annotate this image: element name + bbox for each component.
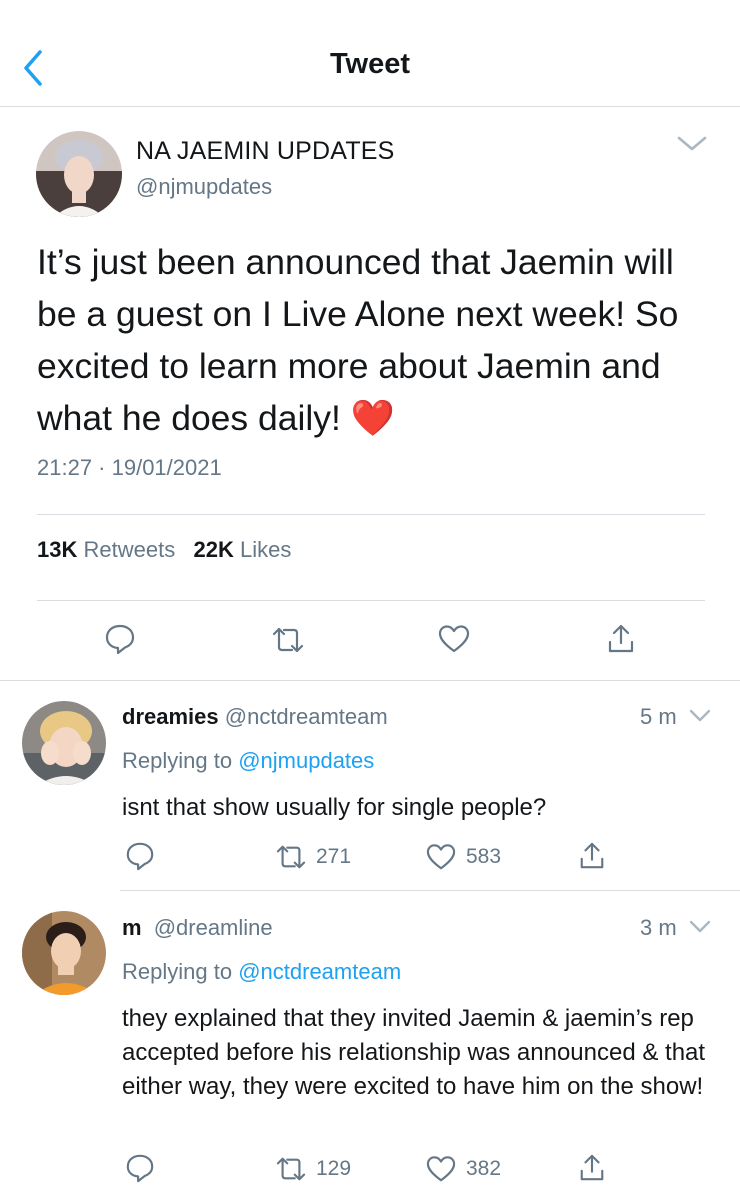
divider <box>37 600 705 601</box>
heart-icon <box>426 844 456 870</box>
reply-reply-button[interactable] <box>125 1153 155 1183</box>
reply-text: isnt that show usually for single people… <box>122 794 547 821</box>
reply-avatar[interactable] <box>22 911 106 995</box>
retweet-button[interactable] <box>270 625 306 655</box>
more-options-button[interactable] <box>676 134 708 154</box>
reply-reply-button[interactable] <box>125 841 155 871</box>
retweets-label: Retweets <box>83 537 176 562</box>
replying-to-link[interactable]: @njmupdates <box>238 748 374 773</box>
reply-header: m @dreamline <box>122 915 273 941</box>
retweet-arrows-icon <box>276 845 306 869</box>
reply-author-name[interactable]: dreamies <box>122 704 219 729</box>
like-button[interactable] <box>438 624 470 654</box>
reply-share-button[interactable] <box>578 841 606 871</box>
reply-more-button[interactable] <box>688 708 712 724</box>
share-upload-icon <box>608 624 634 653</box>
tweet-timestamp: 21:27 · 19/01/2021 <box>37 455 222 480</box>
divider <box>0 680 740 681</box>
author-handle[interactable]: @njmupdates <box>136 174 272 200</box>
replying-to-link[interactable]: @nctdreamteam <box>238 959 401 984</box>
replying-prefix: Replying to <box>122 959 233 984</box>
reply-like-button[interactable] <box>426 1155 456 1183</box>
reply-time: 3 m <box>640 915 677 940</box>
share-upload-icon <box>580 842 604 869</box>
reply-share-button[interactable] <box>578 1153 606 1183</box>
speech-bubble-icon <box>126 1154 154 1183</box>
reply-like-count: 382 <box>466 1157 502 1180</box>
chevron-down-icon <box>677 136 707 151</box>
reply-header: dreamies @nctdreamteam <box>122 704 388 730</box>
reply-retweet-count: 129 <box>316 1157 352 1180</box>
reply-retweet-button[interactable] <box>274 843 308 871</box>
reply-text: they explained that they invited Jaemin … <box>122 1005 706 1100</box>
retweets-stat[interactable]: 13K Retweets <box>37 537 175 562</box>
reply-time: 5 m <box>640 704 677 729</box>
reply-author-name[interactable]: m <box>122 915 142 940</box>
chevron-down-icon <box>689 920 711 933</box>
likes-label: Likes <box>240 537 292 562</box>
replying-to: Replying to @njmupdates <box>122 748 374 774</box>
heart-icon <box>438 625 470 653</box>
chevron-down-icon <box>689 709 711 722</box>
speech-bubble-icon <box>105 624 135 655</box>
replying-to: Replying to @nctdreamteam <box>122 959 401 985</box>
tweet-text: It’s just been announced that Jaemin wil… <box>37 236 717 444</box>
reply-author-handle[interactable]: @nctdreamteam <box>225 704 388 729</box>
speech-bubble-icon <box>126 842 154 871</box>
likes-count: 22K <box>193 537 234 562</box>
divider <box>120 890 740 891</box>
reply-more-button[interactable] <box>688 919 712 935</box>
share-upload-icon <box>580 1154 604 1181</box>
avatar[interactable] <box>36 131 122 217</box>
reply-retweet-button[interactable] <box>274 1155 308 1183</box>
heart-icon <box>426 1156 456 1182</box>
tweet-stats: 13K Retweets 22K Likes <box>37 537 291 563</box>
replying-prefix: Replying to <box>122 748 233 773</box>
reply-button[interactable] <box>104 623 136 655</box>
likes-stat[interactable]: 22K Likes <box>194 537 292 562</box>
author-name[interactable]: NA JAEMIN UPDATES <box>136 137 395 166</box>
reply-like-count: 583 <box>466 845 502 868</box>
share-button[interactable] <box>606 623 636 655</box>
divider <box>37 514 705 515</box>
retweets-count: 13K <box>37 537 78 562</box>
reply-retweet-count: 271 <box>316 845 352 868</box>
heart-emoji: ❤️ <box>350 398 395 438</box>
reply-like-button[interactable] <box>426 843 456 871</box>
page-title: Tweet <box>329 48 411 80</box>
retweet-arrows-icon <box>272 627 304 653</box>
reply-author-handle[interactable]: @dreamline <box>154 915 273 940</box>
reply-avatar[interactable] <box>22 701 106 785</box>
retweet-arrows-icon <box>276 1157 306 1181</box>
